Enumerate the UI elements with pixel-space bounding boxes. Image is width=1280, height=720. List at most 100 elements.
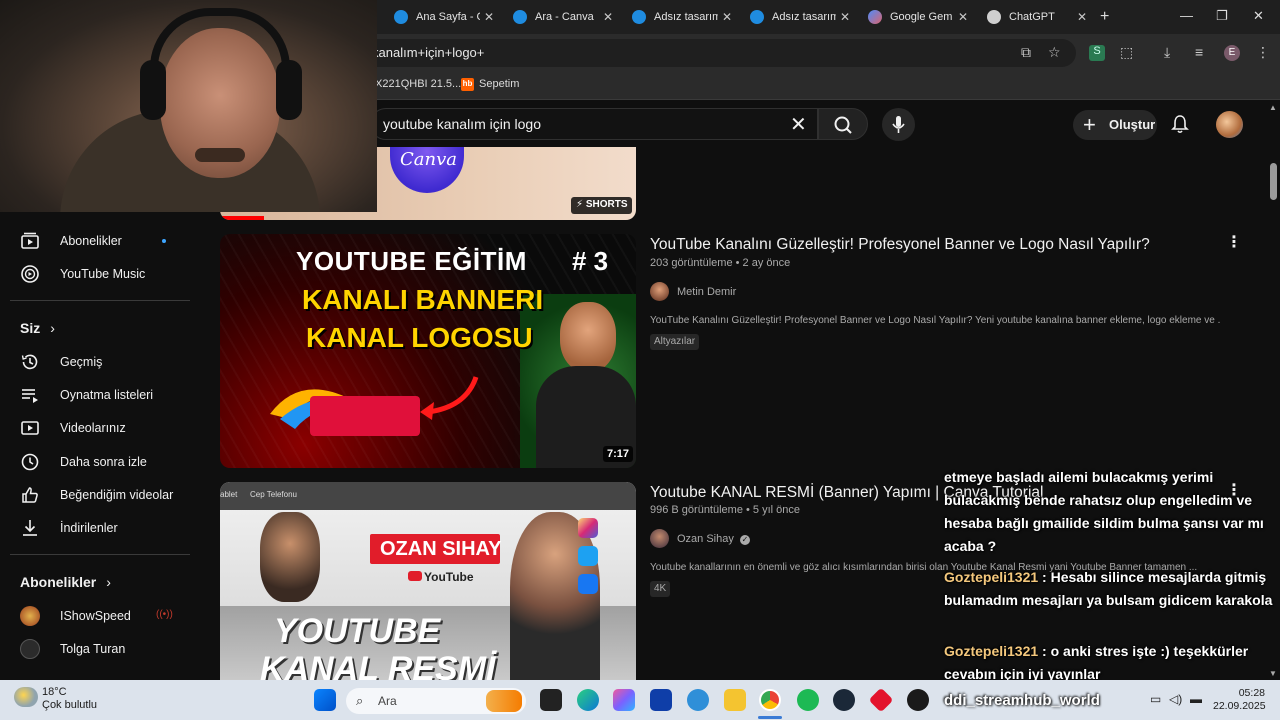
close-icon[interactable]: ✕ bbox=[958, 10, 968, 24]
youtube-mini-label: YouTube bbox=[424, 570, 474, 584]
close-icon[interactable]: ✕ bbox=[484, 10, 494, 24]
clear-search-icon[interactable]: ✕ bbox=[790, 112, 807, 137]
address-bar[interactable]: kanalım+için+logo+ bbox=[350, 39, 1076, 67]
video-title[interactable]: YouTube Kanalını Güzelleştir! Profesyone… bbox=[650, 236, 1150, 254]
obs-icon[interactable] bbox=[907, 689, 929, 711]
volume-icon[interactable]: ◁) bbox=[1169, 692, 1182, 706]
menu-dots-icon[interactable]: ⋮ bbox=[1256, 44, 1270, 61]
new-tab-button[interactable]: + bbox=[1100, 8, 1109, 26]
sidebar-item-label: Oynatma listeleri bbox=[60, 388, 154, 402]
spotify-icon[interactable] bbox=[797, 689, 819, 711]
video-thumbnail[interactable]: YOUTUBE EĞİTİM # 3 KANALI BANNERI KANAL … bbox=[220, 234, 636, 468]
create-button[interactable]: + Oluştur bbox=[1073, 110, 1157, 140]
shorts-icon: ⚡ bbox=[576, 199, 584, 210]
video-thumbnail[interactable]: ablet Cep Telefonu OZAN SIHAY YouTube YO… bbox=[220, 482, 636, 680]
minimize-icon[interactable]: — bbox=[1180, 8, 1193, 23]
extensions-icon[interactable]: ⬚ bbox=[1120, 44, 1133, 61]
maximize-icon[interactable]: ❐ bbox=[1216, 8, 1228, 24]
thumbs-up-icon bbox=[22, 487, 38, 503]
webcam-overlay bbox=[0, 0, 377, 212]
scrollbar-thumb[interactable] bbox=[1270, 163, 1277, 200]
close-icon[interactable]: ✕ bbox=[722, 10, 732, 24]
sidebar-item-liked-videos[interactable]: Beğendiğim videolar bbox=[20, 483, 190, 507]
bookmark-item[interactable]: Sepetim bbox=[479, 78, 519, 90]
channel-avatar[interactable] bbox=[650, 529, 669, 548]
tab-ara-canva[interactable]: Ara - Canva ✕ bbox=[505, 4, 623, 30]
canva-icon bbox=[394, 10, 408, 24]
extension-s-icon[interactable]: S bbox=[1089, 45, 1105, 61]
close-window-icon[interactable]: ✕ bbox=[1253, 8, 1264, 24]
thumb-episode-number: # 3 bbox=[572, 246, 609, 276]
steam-icon[interactable] bbox=[833, 689, 855, 711]
channel-avatar[interactable] bbox=[650, 282, 669, 301]
weather-widget[interactable]: 18°C Çok bulutlu bbox=[42, 686, 97, 712]
search-button[interactable] bbox=[818, 108, 868, 140]
file-explorer-icon[interactable] bbox=[724, 689, 746, 711]
network-icon[interactable]: ▭ bbox=[1150, 692, 1161, 706]
sidebar-you-header[interactable]: Siz › bbox=[20, 320, 55, 336]
video-duration: 7:17 bbox=[603, 446, 634, 462]
bookmark-star-icon[interactable]: ☆ bbox=[1048, 44, 1061, 61]
more-actions-icon[interactable]: ⋮ bbox=[1226, 232, 1242, 252]
channel-name[interactable]: Metin Demir bbox=[677, 286, 736, 298]
close-icon[interactable]: ✕ bbox=[840, 10, 850, 24]
tab-google-gemini[interactable]: Google Gem ✕ bbox=[860, 4, 978, 30]
edge-icon[interactable] bbox=[577, 689, 599, 711]
close-icon[interactable]: ✕ bbox=[1077, 10, 1087, 24]
close-icon[interactable]: ✕ bbox=[603, 10, 613, 24]
channel-name[interactable]: Ozan Sihay ✓ bbox=[677, 533, 750, 545]
search-icon: ⌕ bbox=[356, 693, 364, 708]
notifications-bell-icon[interactable] bbox=[1170, 114, 1190, 134]
twitter-icon bbox=[578, 546, 598, 566]
sidebar-item-youtube-music[interactable]: YouTube Music bbox=[20, 262, 190, 286]
taskbar-search[interactable]: ⌕ Ara bbox=[346, 688, 526, 714]
watch-progress bbox=[220, 216, 264, 220]
sidebar-item-history[interactable]: Geçmiş bbox=[20, 350, 190, 374]
tab-label: Ara - Canva bbox=[535, 11, 594, 23]
tab-adsiz-tasarim-2[interactable]: Adsız tasarım ✕ bbox=[742, 4, 860, 30]
scroll-up-icon[interactable]: ▲ bbox=[1269, 103, 1277, 112]
youtube-play-icon bbox=[408, 571, 422, 581]
sidebar-item-watch-later[interactable]: Daha sonra izle bbox=[20, 450, 190, 474]
person-left-graphic bbox=[260, 512, 320, 602]
account-avatar[interactable] bbox=[1216, 111, 1243, 138]
chat-username: Goztepeli1321 bbox=[944, 643, 1039, 659]
thumb-text-line1: YOUTUBE EĞİTİM bbox=[296, 246, 527, 276]
voice-search-button[interactable] bbox=[882, 108, 915, 141]
copilot-icon[interactable] bbox=[613, 689, 635, 711]
system-clock[interactable]: 05:28 22.09.2025 bbox=[1213, 687, 1266, 713]
headphones-left-cup bbox=[140, 60, 166, 120]
search-input[interactable]: youtube kanalım için logo bbox=[370, 108, 818, 140]
sidebar-subscriptions-header[interactable]: Abonelikler › bbox=[20, 574, 111, 590]
sidebar-sub-tolga-turan[interactable]: Tolga Turan bbox=[20, 637, 190, 661]
clock-time: 05:28 bbox=[1238, 687, 1265, 699]
sidebar-sub-ishowspeed[interactable]: IShowSpeed ((•)) bbox=[20, 604, 190, 628]
battery-icon[interactable]: ▬ bbox=[1190, 692, 1202, 706]
cast-icon[interactable]: ⧉ bbox=[1021, 44, 1031, 61]
tab-ana-sayfa[interactable]: Ana Sayfa - C ✕ bbox=[386, 4, 504, 30]
download-icon[interactable]: ⤓ bbox=[1164, 44, 1170, 61]
weather-desc: Çok bulutlu bbox=[42, 699, 98, 711]
profile-icon[interactable]: E bbox=[1224, 45, 1240, 61]
sidebar-item-downloads[interactable]: İndirilenler bbox=[20, 516, 190, 540]
store-icon[interactable] bbox=[650, 689, 672, 711]
windows-start-icon[interactable] bbox=[314, 689, 336, 711]
sidebar-item-playlists[interactable]: Oynatma listeleri bbox=[20, 383, 190, 407]
captions-badge: Altyazılar bbox=[650, 334, 700, 350]
task-view-icon[interactable] bbox=[540, 689, 562, 711]
search-icon bbox=[834, 116, 852, 134]
chevron-right-icon: › bbox=[50, 320, 55, 336]
tab-adsiz-tasarim-1[interactable]: Adsız tasarım ✕ bbox=[624, 4, 742, 30]
phone-label: Cep Telefonu bbox=[250, 490, 297, 499]
subscriptions-header-label: Abonelikler bbox=[20, 574, 97, 590]
media-control-icon[interactable]: ≡ bbox=[1195, 44, 1203, 60]
weather-icon[interactable] bbox=[14, 687, 38, 707]
app-icon[interactable] bbox=[687, 689, 709, 711]
arrow-graphic bbox=[420, 376, 479, 420]
bookmark-item[interactable]: X221QHBI 21.5... bbox=[375, 78, 461, 90]
chrome-icon[interactable] bbox=[759, 689, 781, 711]
quality-badge: 4K bbox=[650, 581, 671, 597]
tab-chatgpt[interactable]: ChatGPT ✕ bbox=[979, 4, 1097, 30]
sidebar-item-subscriptions[interactable]: Abonelikler bbox=[20, 229, 190, 253]
sidebar-item-your-videos[interactable]: Videolarınız bbox=[20, 416, 190, 440]
